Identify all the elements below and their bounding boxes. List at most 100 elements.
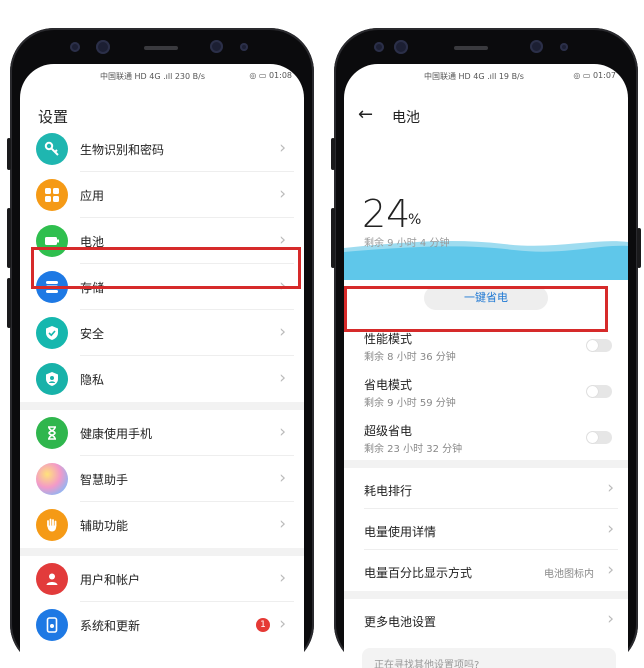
camera-icon bbox=[374, 42, 384, 52]
settings-item-label: 生物识别和密码 bbox=[80, 143, 165, 157]
phone-frame-left: 中国联通 HD 4G .ıll 230 B/s ◎ ▭ 01:08 设置 生物识… bbox=[7, 28, 314, 668]
chevron-right-icon: › bbox=[279, 614, 286, 634]
section-gap bbox=[344, 591, 628, 599]
chevron-right-icon: › bbox=[279, 368, 286, 388]
chevron-right-icon: › bbox=[279, 138, 286, 158]
settings-screen: 中国联通 HD 4G .ıll 230 B/s ◎ ▭ 01:08 设置 生物识… bbox=[20, 64, 304, 668]
settings-item-privacy[interactable]: 隐私 › bbox=[20, 356, 304, 402]
mode-ultra-saving[interactable]: 超级省电 剩余 23 小时 32 分钟 bbox=[344, 414, 628, 460]
camera-icon bbox=[70, 42, 80, 52]
battery-percent: 24 bbox=[362, 192, 411, 236]
nav-title: 耗电排行 bbox=[364, 484, 413, 498]
mode-title: 性能模式 bbox=[364, 332, 413, 346]
settings-item-digital-balance[interactable]: 健康使用手机 › bbox=[20, 410, 304, 456]
settings-item-label: 健康使用手机 bbox=[80, 427, 153, 441]
chevron-right-icon: › bbox=[607, 519, 614, 539]
shield-icon bbox=[36, 317, 68, 349]
battery-percent-unit: % bbox=[408, 212, 422, 228]
assistant-icon bbox=[36, 463, 68, 495]
speaker-grille bbox=[454, 46, 488, 50]
phone-frame-right: 中国联通 HD 4G .ıll 19 B/s ◎ ▭ 01:07 ← 电池 24… bbox=[331, 28, 641, 668]
nav-title: 更多电池设置 bbox=[364, 615, 437, 629]
settings-item-label: 智慧助手 bbox=[80, 473, 129, 487]
settings-item-label: 辅助功能 bbox=[80, 519, 129, 533]
search-suggestion[interactable]: 正在寻找其他设置项吗? bbox=[362, 648, 616, 668]
side-button bbox=[637, 228, 641, 268]
battery-modes: 性能模式 剩余 8 小时 36 分钟 省电模式 剩余 9 小时 59 分钟 超级… bbox=[344, 322, 628, 640]
battery-remaining: 剩余 9 小时 4 分钟 bbox=[364, 238, 450, 249]
settings-item-biometrics[interactable]: 生物识别和密码 › bbox=[20, 126, 304, 172]
top-bezel bbox=[10, 28, 314, 64]
section-gap bbox=[20, 548, 304, 556]
settings-item-accessibility[interactable]: 辅助功能 › bbox=[20, 502, 304, 548]
settings-item-system[interactable]: 系统和更新 1 › bbox=[20, 602, 304, 648]
hourglass-icon bbox=[36, 417, 68, 449]
carrier-text: 中国联通 HD 4G .ıll 230 B/s bbox=[100, 72, 206, 81]
side-button bbox=[7, 278, 11, 328]
settings-item-apps[interactable]: 应用 › bbox=[20, 172, 304, 218]
section-gap bbox=[344, 460, 628, 468]
performance-mode-toggle[interactable] bbox=[586, 339, 612, 352]
side-button bbox=[331, 138, 335, 170]
camera-icon bbox=[394, 40, 408, 54]
battery-screen: 中国联通 HD 4G .ıll 19 B/s ◎ ▭ 01:07 ← 电池 24… bbox=[344, 64, 628, 668]
chevron-right-icon: › bbox=[279, 568, 286, 588]
settings-item-assistant[interactable]: 智慧助手 › bbox=[20, 456, 304, 502]
chevron-right-icon: › bbox=[279, 184, 286, 204]
section-gap bbox=[20, 402, 304, 410]
sensor-icon bbox=[560, 43, 568, 51]
nav-value: 电池图标内 bbox=[544, 569, 594, 580]
mode-remaining: 剩余 23 小时 32 分钟 bbox=[364, 444, 463, 455]
side-button bbox=[7, 138, 11, 170]
sensor-icon bbox=[240, 43, 248, 51]
user-icon bbox=[36, 563, 68, 595]
system-icon bbox=[36, 609, 68, 641]
speaker-grille bbox=[144, 46, 178, 50]
chevron-right-icon: › bbox=[279, 468, 286, 488]
front-camera-icon bbox=[210, 40, 223, 53]
ultra-saving-mode-toggle[interactable] bbox=[586, 431, 612, 444]
settings-item-label: 安全 bbox=[80, 327, 105, 341]
status-bar: 中国联通 HD 4G .ıll 230 B/s ◎ ▭ 01:08 bbox=[20, 64, 304, 86]
page-title: 电池 bbox=[392, 110, 420, 126]
settings-item-label: 用户和帐户 bbox=[80, 573, 141, 587]
carrier-text: 中国联通 HD 4G .ıll 19 B/s bbox=[424, 72, 524, 81]
highlight-box bbox=[31, 247, 301, 289]
nav-usage-details[interactable]: 电量使用详情 › bbox=[344, 509, 628, 550]
settings-item-label: 隐私 bbox=[80, 373, 105, 387]
chevron-right-icon: › bbox=[607, 609, 614, 629]
mode-power-saving[interactable]: 省电模式 剩余 9 小时 59 分钟 bbox=[344, 368, 628, 414]
nav-power-ranking[interactable]: 耗电排行 › bbox=[344, 468, 628, 509]
apps-icon bbox=[36, 179, 68, 211]
mode-title: 超级省电 bbox=[364, 424, 413, 438]
camera-icon bbox=[96, 40, 110, 54]
status-bar: 中国联通 HD 4G .ıll 19 B/s ◎ ▭ 01:07 bbox=[344, 64, 628, 86]
chevron-right-icon: › bbox=[607, 560, 614, 580]
settings-item-users[interactable]: 用户和帐户 › bbox=[20, 556, 304, 602]
key-icon bbox=[36, 133, 68, 165]
settings-item-label: 应用 bbox=[80, 189, 105, 203]
highlight-box bbox=[344, 286, 608, 332]
status-time: ◎ ▭ 01:07 bbox=[573, 71, 616, 80]
side-button bbox=[331, 208, 335, 268]
notification-badge: 1 bbox=[256, 618, 270, 632]
mode-remaining: 剩余 8 小时 36 分钟 bbox=[364, 352, 456, 363]
back-arrow-icon[interactable]: ← bbox=[358, 104, 373, 125]
page-title: 设置 bbox=[38, 108, 69, 126]
chevron-right-icon: › bbox=[279, 322, 286, 342]
settings-item-security[interactable]: 安全 › bbox=[20, 310, 304, 356]
settings-item-label: 系统和更新 bbox=[80, 619, 141, 633]
nav-title: 电量百分比显示方式 bbox=[364, 566, 473, 580]
privacy-icon bbox=[36, 363, 68, 395]
mode-remaining: 剩余 9 小时 59 分钟 bbox=[364, 398, 456, 409]
chevron-right-icon: › bbox=[607, 478, 614, 498]
nav-percentage-display[interactable]: 电量百分比显示方式 电池图标内 › bbox=[344, 550, 628, 591]
power-saving-mode-toggle[interactable] bbox=[586, 385, 612, 398]
status-time: ◎ ▭ 01:08 bbox=[249, 71, 292, 80]
settings-list: 生物识别和密码 › 应用 › 电池 › 存储 › 安全 › 隐私 › 健康使用手… bbox=[20, 126, 304, 648]
mode-title: 省电模式 bbox=[364, 378, 413, 392]
front-camera-icon bbox=[530, 40, 543, 53]
top-bezel bbox=[334, 28, 638, 64]
chevron-right-icon: › bbox=[279, 514, 286, 534]
nav-more-battery-settings[interactable]: 更多电池设置 › bbox=[344, 599, 628, 640]
